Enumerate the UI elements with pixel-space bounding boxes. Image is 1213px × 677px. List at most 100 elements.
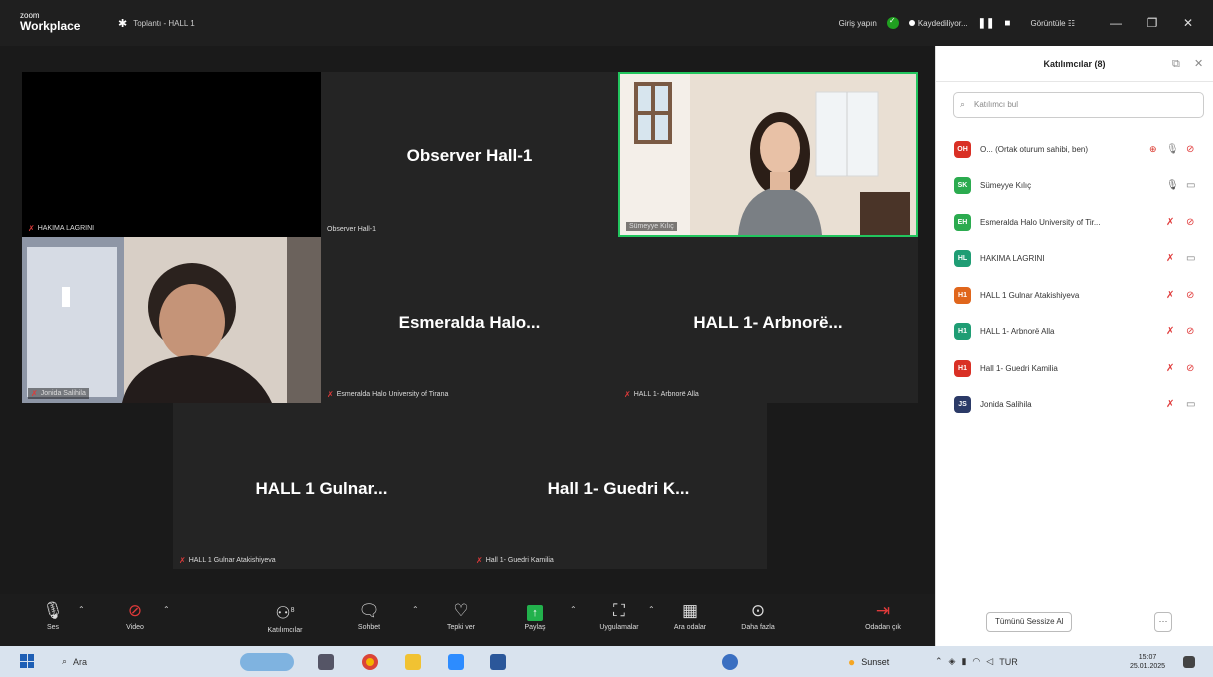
pause-recording-button[interactable]: ❚❚ <box>978 18 995 29</box>
video-tile-jonida[interactable]: ✗ Jonida Salihila <box>22 237 321 403</box>
meeting-toolbar: 🎙 Ses ⌃ ⊘ Video ⌃ ⚇8 Katılımcılar 🗨 Sohbet ⌃… <box>0 594 935 646</box>
participant-row[interactable]: OH O... (Ortak oturum sahibi, ben) ⊕ 🎙 ⊘ <box>936 131 1213 168</box>
mic-muted-icon[interactable]: ✗ <box>1166 290 1174 301</box>
video-tile-esmeralda[interactable]: Esmeralda Halo... ✗ Esmeralda Halo Univer… <box>321 237 618 403</box>
participant-name: HALL 1 Gulnar Atakishiyeva <box>980 290 1080 300</box>
video-tile-arbnore[interactable]: HALL 1- Arbnorë... ✗ HALL 1- Arbnorë Alla <box>618 237 918 403</box>
participant-row[interactable]: H1 HALL 1- Arbnorë Alla ✗ ⊘ <box>936 314 1213 351</box>
tile-name-tag: ✗ HALL 1- Arbnorë Alla <box>624 390 699 399</box>
apps-icon: ⛶ <box>613 601 625 620</box>
audio-options-caret[interactable]: ⌃ <box>78 605 85 614</box>
participant-row[interactable]: SK Sümeyye Kılıç 🎙 ▭ <box>936 168 1213 205</box>
notification-icon[interactable] <box>1183 656 1195 668</box>
video-tile-sumeyye[interactable]: Sümeyye Kılıç <box>618 72 918 237</box>
chat-button[interactable]: 🗨 Sohbet <box>334 600 404 631</box>
video-off-icon[interactable]: ⊘ <box>1186 144 1194 155</box>
participant-row[interactable]: H1 Hall 1- Guedri Kamilia ✗ ⊘ <box>936 350 1213 387</box>
microphone-icon[interactable]: 🎙 <box>1166 144 1179 155</box>
video-off-icon[interactable]: ⊘ <box>1186 363 1194 374</box>
file-explorer-icon[interactable] <box>405 654 421 670</box>
add-icon[interactable]: ⊕ <box>1149 144 1157 155</box>
view-label: Görüntüle <box>1030 18 1066 28</box>
mute-all-button[interactable]: Tümünü Sessize Al <box>986 612 1073 632</box>
video-icon[interactable]: ▭ <box>1186 253 1195 264</box>
input-language[interactable]: TUR <box>999 657 1018 667</box>
chrome-icon[interactable] <box>362 654 378 670</box>
system-tray[interactable]: ⌃ ◈ ▮ ◠ ◁ TUR <box>935 646 1018 677</box>
video-tile-observer[interactable]: Observer Hall-1 Observer Hall-1 <box>321 72 618 237</box>
video-icon[interactable]: ▭ <box>1186 399 1195 410</box>
restore-button[interactable]: ❐ <box>1139 16 1165 30</box>
video-icon[interactable]: ▭ <box>1186 180 1195 191</box>
video-options-caret[interactable]: ⌃ <box>163 605 170 614</box>
participants-button[interactable]: ⚇8 Katılımcılar <box>250 600 320 634</box>
participant-search-input[interactable]: ⌕ Katılımcı bul <box>953 92 1204 118</box>
chat-options-caret[interactable]: ⌃ <box>412 605 419 614</box>
wifi-icon[interactable]: ◠ <box>972 656 980 667</box>
tray-overflow-icon[interactable]: ⌃ <box>935 656 943 667</box>
meeting-info[interactable]: ✱ Toplantı - HALL 1 <box>118 17 195 30</box>
more-button[interactable]: ⊙ Daha fazla <box>723 600 793 631</box>
participant-row[interactable]: H1 HALL 1 Gulnar Atakishiyeva ✗ ⊘ <box>936 277 1213 314</box>
participant-row[interactable]: HL HAKIMA LAGRINI ✗ ▭ <box>936 241 1213 278</box>
participants-label: Katılımcılar <box>267 626 303 634</box>
mic-muted-icon[interactable]: ✗ <box>1166 363 1174 374</box>
video-label: Video <box>126 624 144 631</box>
taskbar-search-label: Ara <box>73 656 88 667</box>
video-tile-gulnar[interactable]: HALL 1 Gulnar... ✗ HALL 1 Gulnar Atakishi… <box>173 403 470 569</box>
video-off-icon[interactable]: ⊘ <box>1186 326 1194 337</box>
zoom-app-icon[interactable] <box>448 654 464 670</box>
share-options-caret[interactable]: ⌃ <box>570 605 577 614</box>
task-view-icon[interactable] <box>318 654 334 670</box>
recording-indicator[interactable]: Kaydediliyor... <box>908 19 968 28</box>
share-button[interactable]: ↑ Paylaş <box>500 600 570 631</box>
sun-icon: ● <box>848 654 856 669</box>
battery-icon[interactable]: ▮ <box>961 656 966 667</box>
volume-icon[interactable]: ◁ <box>986 656 993 667</box>
signin-link[interactable]: Giriş yapın <box>839 19 877 28</box>
view-menu[interactable]: Görüntüle ☷ <box>1030 19 1075 28</box>
search-icon: ⌕ <box>62 656 68 666</box>
video-button[interactable]: ⊘ Video <box>100 600 170 631</box>
video-off-icon: ⊘ <box>127 601 143 620</box>
mic-muted-icon[interactable]: ✗ <box>1166 399 1174 410</box>
participant-name: HALL 1- Arbnorë Alla <box>980 327 1055 337</box>
help-icon[interactable] <box>722 654 738 670</box>
panel-more-button[interactable]: ··· <box>1154 612 1172 632</box>
participant-row[interactable]: JS Jonida Salihila ✗ ▭ <box>936 387 1213 424</box>
security-shield-icon[interactable] <box>886 16 899 29</box>
mic-muted-icon[interactable]: ✗ <box>1166 253 1174 264</box>
close-panel-icon[interactable]: ✕ <box>1194 46 1203 82</box>
weather-widget[interactable]: ● Sunset <box>848 646 889 677</box>
breakout-rooms-button[interactable]: ▦ Ara odalar <box>655 600 725 631</box>
popout-icon[interactable]: ⧉ <box>1172 46 1180 82</box>
leave-room-button[interactable]: ⇥ Odadan çık <box>848 600 918 631</box>
zoom-logo: zoom Workplace <box>20 10 80 32</box>
mic-muted-icon[interactable]: ✗ <box>1166 217 1174 228</box>
network-icon[interactable]: ◈ <box>949 656 956 667</box>
video-tile-hakima[interactable]: ✗ HAKIMA LAGRINI <box>22 72 321 237</box>
taskbar-search[interactable]: ⌕ Ara <box>62 646 87 677</box>
stop-recording-button[interactable]: ■ <box>1004 18 1010 29</box>
tile-name-tag: Observer Hall-1 <box>327 226 377 233</box>
windows-start-icon[interactable] <box>20 654 34 668</box>
video-off-icon[interactable]: ⊘ <box>1186 217 1194 228</box>
word-icon[interactable] <box>490 654 506 670</box>
minimize-button[interactable]: — <box>1103 16 1129 30</box>
video-off-icon[interactable]: ⊘ <box>1186 290 1194 301</box>
close-button[interactable]: ✕ <box>1175 16 1201 30</box>
tile-name-tag: ✗ Hall 1- Guedri Kamilia <box>476 556 554 565</box>
chat-label: Sohbet <box>357 624 381 631</box>
clock-date: 25.01.2025 <box>1130 662 1166 670</box>
apps-options-caret[interactable]: ⌃ <box>648 605 655 614</box>
video-tile-guedri[interactable]: Hall 1- Guedri K... ✗ Hall 1- Guedri Kami… <box>470 403 767 569</box>
apps-button[interactable]: ⛶ Uygulamalar <box>584 600 654 631</box>
avatar: H1 <box>954 323 971 341</box>
landscape-widget-icon[interactable] <box>240 653 294 671</box>
mic-muted-icon[interactable]: ✗ <box>1166 326 1174 337</box>
avatar: JS <box>954 396 971 414</box>
participant-row[interactable]: EH Esmeralda Halo University of Tir... ✗… <box>936 204 1213 241</box>
react-button[interactable]: ♡ Tepki ver <box>426 600 496 631</box>
microphone-icon[interactable]: 🎙 <box>1166 180 1179 191</box>
clock[interactable]: 15:07 25.01.2025 <box>1130 646 1165 677</box>
